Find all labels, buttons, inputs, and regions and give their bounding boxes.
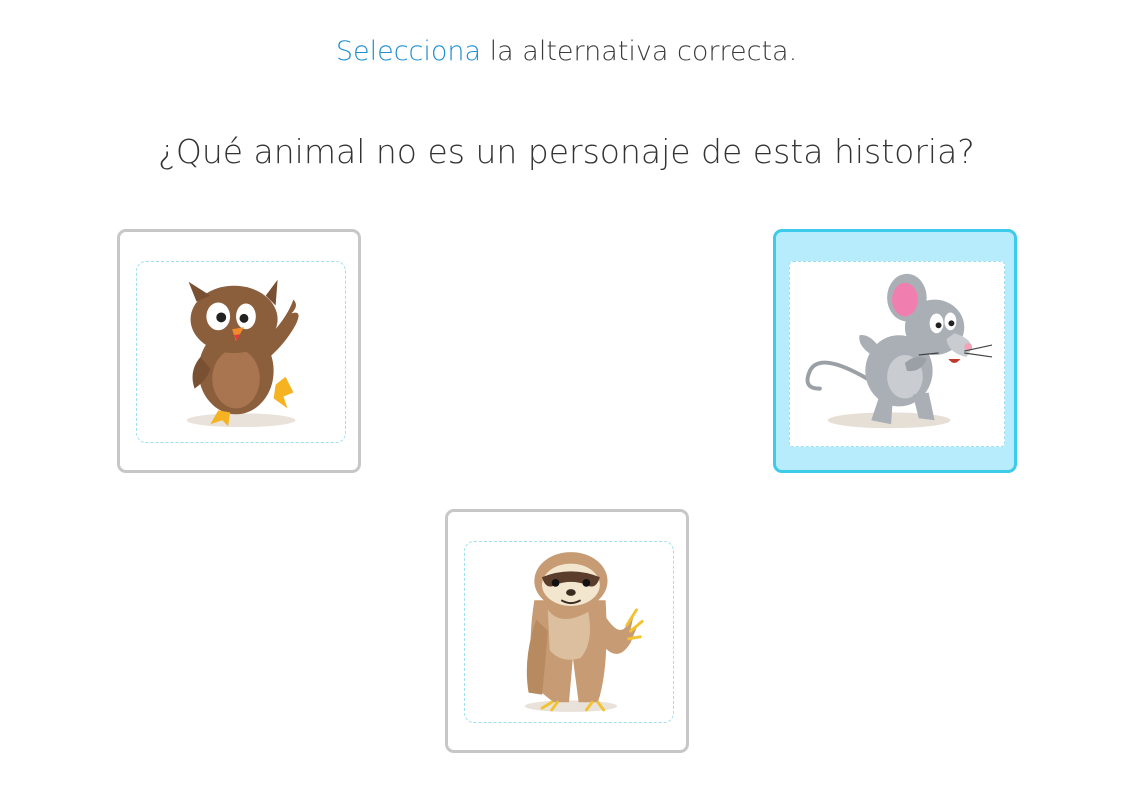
instruction-text: Selecciona la alternativa correcta. [0,36,1133,67]
option-owl-frame [136,261,346,443]
option-owl-card[interactable] [117,229,361,473]
option-sloth-card[interactable] [445,509,689,753]
option-mouse-card[interactable] [773,229,1017,473]
sloth-illustration [524,552,644,712]
owl-illustration [186,279,299,428]
question-text: ¿Qué animal no es un personaje de esta h… [158,132,975,171]
option-mouse-frame [789,261,1005,447]
mouse-illustration [805,273,993,429]
instruction-rest: la alternativa correcta. [481,36,798,67]
option-sloth-frame [464,541,674,723]
instruction-verb: Selecciona [335,36,482,67]
